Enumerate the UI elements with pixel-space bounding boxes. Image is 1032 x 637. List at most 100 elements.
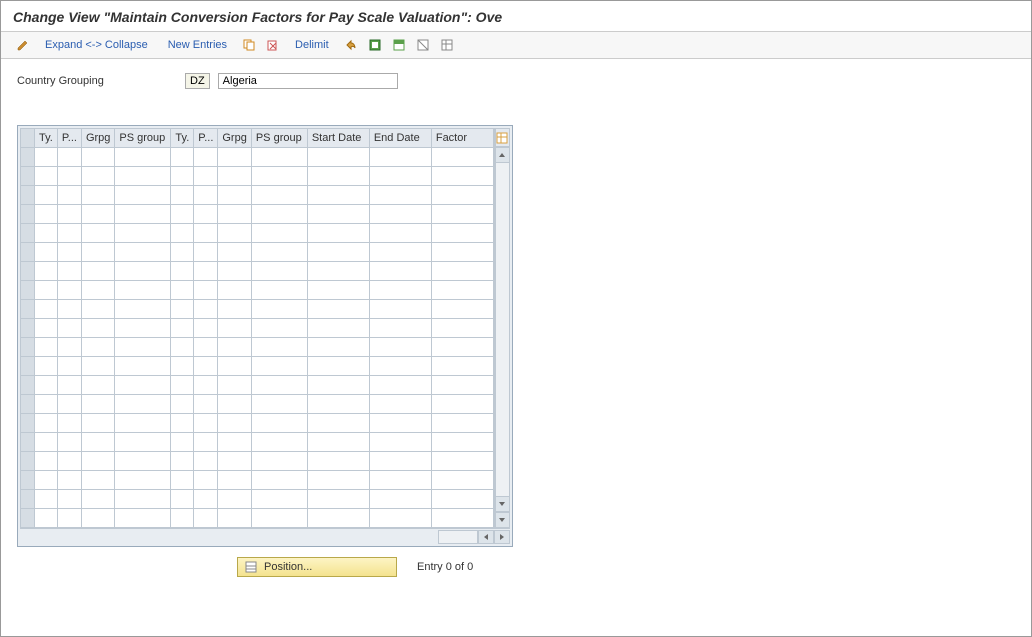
row-selector[interactable] bbox=[21, 205, 35, 224]
country-grouping-code[interactable]: DZ bbox=[185, 73, 210, 89]
row-selector[interactable] bbox=[21, 319, 35, 338]
table-row[interactable] bbox=[21, 490, 494, 509]
cell[interactable] bbox=[57, 167, 81, 186]
hscroll-track[interactable] bbox=[438, 530, 478, 544]
change-mode-icon[interactable] bbox=[13, 36, 33, 54]
cell[interactable] bbox=[81, 471, 114, 490]
cell[interactable] bbox=[251, 471, 307, 490]
table-row[interactable] bbox=[21, 167, 494, 186]
cell[interactable] bbox=[369, 148, 431, 167]
cell[interactable] bbox=[35, 186, 58, 205]
cell[interactable] bbox=[194, 148, 218, 167]
cell[interactable] bbox=[115, 243, 171, 262]
col-ty-2[interactable]: Ty. bbox=[171, 129, 194, 148]
cell[interactable] bbox=[194, 186, 218, 205]
cell[interactable] bbox=[171, 414, 194, 433]
cell[interactable] bbox=[35, 167, 58, 186]
cell[interactable] bbox=[35, 452, 58, 471]
cell[interactable] bbox=[431, 186, 493, 205]
cell[interactable] bbox=[251, 281, 307, 300]
cell[interactable] bbox=[251, 376, 307, 395]
cell[interactable] bbox=[171, 148, 194, 167]
table-row[interactable] bbox=[21, 452, 494, 471]
cell[interactable] bbox=[35, 243, 58, 262]
cell[interactable] bbox=[171, 243, 194, 262]
cell[interactable] bbox=[369, 452, 431, 471]
cell[interactable] bbox=[369, 262, 431, 281]
table-row[interactable] bbox=[21, 395, 494, 414]
cell[interactable] bbox=[57, 205, 81, 224]
cell[interactable] bbox=[171, 357, 194, 376]
cell[interactable] bbox=[307, 509, 369, 528]
cell[interactable] bbox=[369, 357, 431, 376]
cell[interactable] bbox=[115, 319, 171, 338]
cell[interactable] bbox=[307, 395, 369, 414]
cell[interactable] bbox=[251, 224, 307, 243]
col-psgroup-2[interactable]: PS group bbox=[251, 129, 307, 148]
cell[interactable] bbox=[218, 205, 251, 224]
cell[interactable] bbox=[57, 186, 81, 205]
cell[interactable] bbox=[307, 376, 369, 395]
col-grpg-1[interactable]: Grpg bbox=[81, 129, 114, 148]
cell[interactable] bbox=[307, 148, 369, 167]
cell[interactable] bbox=[115, 395, 171, 414]
cell[interactable] bbox=[194, 281, 218, 300]
cell[interactable] bbox=[194, 338, 218, 357]
cell[interactable] bbox=[115, 376, 171, 395]
cell[interactable] bbox=[35, 414, 58, 433]
select-block-icon[interactable] bbox=[389, 36, 409, 54]
cell[interactable] bbox=[115, 452, 171, 471]
undo-icon[interactable] bbox=[341, 36, 361, 54]
cell[interactable] bbox=[115, 148, 171, 167]
cell[interactable] bbox=[115, 262, 171, 281]
cell[interactable] bbox=[307, 357, 369, 376]
cell[interactable] bbox=[194, 224, 218, 243]
table-settings-icon[interactable] bbox=[437, 36, 457, 54]
cell[interactable] bbox=[81, 224, 114, 243]
cell[interactable] bbox=[115, 186, 171, 205]
cell[interactable] bbox=[307, 281, 369, 300]
cell[interactable] bbox=[369, 281, 431, 300]
cell[interactable] bbox=[369, 186, 431, 205]
cell[interactable] bbox=[369, 167, 431, 186]
cell[interactable] bbox=[115, 281, 171, 300]
cell[interactable] bbox=[369, 414, 431, 433]
new-entries-button[interactable]: New Entries bbox=[160, 37, 235, 53]
cell[interactable] bbox=[171, 471, 194, 490]
cell[interactable] bbox=[171, 509, 194, 528]
cell[interactable] bbox=[307, 262, 369, 281]
cell[interactable] bbox=[194, 167, 218, 186]
table-row[interactable] bbox=[21, 243, 494, 262]
cell[interactable] bbox=[115, 167, 171, 186]
cell[interactable] bbox=[81, 414, 114, 433]
cell[interactable] bbox=[251, 414, 307, 433]
cell[interactable] bbox=[307, 414, 369, 433]
col-psgroup-1[interactable]: PS group bbox=[115, 129, 171, 148]
cell[interactable] bbox=[307, 205, 369, 224]
cell[interactable] bbox=[81, 281, 114, 300]
cell[interactable] bbox=[171, 376, 194, 395]
cell[interactable] bbox=[251, 148, 307, 167]
table-row[interactable] bbox=[21, 319, 494, 338]
cell[interactable] bbox=[218, 224, 251, 243]
cell[interactable] bbox=[35, 205, 58, 224]
cell[interactable] bbox=[81, 509, 114, 528]
row-selector[interactable] bbox=[21, 471, 35, 490]
cell[interactable] bbox=[115, 433, 171, 452]
col-p-1[interactable]: P... bbox=[57, 129, 81, 148]
row-selector[interactable] bbox=[21, 490, 35, 509]
table-row[interactable] bbox=[21, 376, 494, 395]
col-factor[interactable]: Factor bbox=[431, 129, 493, 148]
cell[interactable] bbox=[431, 338, 493, 357]
cell[interactable] bbox=[81, 376, 114, 395]
cell[interactable] bbox=[115, 357, 171, 376]
cell[interactable] bbox=[171, 186, 194, 205]
table-row[interactable] bbox=[21, 433, 494, 452]
cell[interactable] bbox=[218, 281, 251, 300]
cell[interactable] bbox=[194, 319, 218, 338]
table-row[interactable] bbox=[21, 148, 494, 167]
row-selector[interactable] bbox=[21, 243, 35, 262]
col-ty-1[interactable]: Ty. bbox=[35, 129, 58, 148]
cell[interactable] bbox=[35, 471, 58, 490]
deselect-all-icon[interactable] bbox=[413, 36, 433, 54]
